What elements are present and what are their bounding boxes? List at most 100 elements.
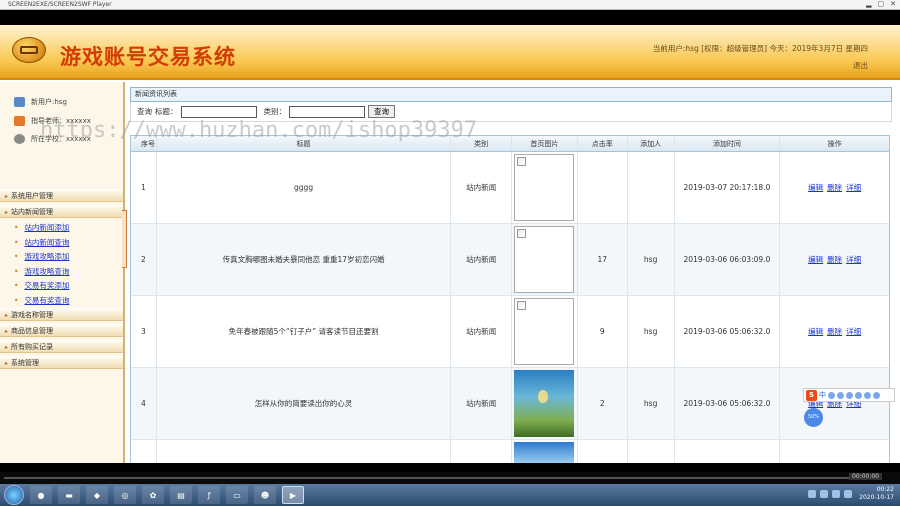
input-icon[interactable] (844, 490, 852, 498)
close-icon[interactable]: ✕ (890, 0, 896, 8)
teacher-icon (14, 116, 25, 126)
player-seekbar[interactable]: 00:00:00 (0, 472, 900, 484)
search-title-label: 标题： (155, 107, 178, 116)
row-image (512, 368, 578, 439)
detail-link[interactable]: 详细 (846, 254, 861, 265)
leaf-icon[interactable]: ✿ (142, 486, 164, 504)
search-category-label: 类别： (263, 107, 287, 116)
menu-news-add[interactable]: 站内新闻添加 (0, 221, 123, 236)
emoji-icon[interactable] (837, 391, 844, 399)
col-time: 添加时间 (675, 136, 781, 151)
broken-image-icon (514, 226, 575, 293)
delete-link[interactable]: 删除 (827, 326, 842, 337)
menu-guide-query[interactable]: 游戏攻略查询 (0, 265, 123, 280)
media-icon[interactable]: ▬ (58, 486, 80, 504)
minimize-icon[interactable]: ▂ (866, 0, 871, 8)
row-time: 2019-03-06 06:03:09.0 (675, 224, 781, 295)
balloon-thumbnail (514, 370, 575, 437)
main-content: 新闻资讯列表 查询 标题： 类别： 查询 序号 标题 类别 首页图片 点击率 添… (130, 87, 892, 463)
logout-link[interactable]: 退出 (853, 60, 868, 71)
delete-link[interactable]: 删除 (827, 254, 842, 265)
qq-icon[interactable]: ☻ (254, 486, 276, 504)
clock-date: 2020-10-17 (859, 494, 894, 501)
col-image: 首页图片 (512, 136, 578, 151)
news-table: 序号 标题 类别 首页图片 点击率 添加人 添加时间 操作 1 gggg 站内新… (130, 135, 890, 463)
detail-link[interactable]: 详细 (846, 182, 861, 193)
clock-time: 00:22 (876, 486, 894, 493)
menu-products[interactable]: 商品信息管理 (0, 324, 123, 337)
row-time: 2019-03-06 05:06:32.0 (675, 368, 781, 439)
volume-icon[interactable] (820, 490, 828, 498)
folder-icon[interactable]: ▭ (226, 486, 248, 504)
keyboard-icon[interactable] (855, 391, 862, 399)
row-time: 2019-03-07 20:17:18.0 (675, 152, 781, 223)
flash-icon[interactable]: ƒ (198, 486, 220, 504)
menu-purchases[interactable]: 所有购买记录 (0, 340, 123, 353)
table-row: 4 怎样从你的简要读出你的心灵 站内新闻 2 hsg 2019-03-06 05… (131, 368, 889, 440)
punctuation-icon[interactable] (828, 391, 835, 399)
voice-icon[interactable] (846, 391, 853, 399)
row-ops: 编辑 删除 详细 (780, 224, 889, 295)
app-header: 游戏账号交易系统 当前用户:hsg [权限：超级管理员] 今天：2019年3月7… (0, 25, 900, 80)
delete-link[interactable]: 删除 (827, 182, 842, 193)
tray-clock[interactable]: 00:22 2020-10-17 (859, 486, 894, 502)
menu-reward-query[interactable]: 交易有奖查询 (0, 294, 123, 309)
player-icon[interactable]: ▶ (282, 486, 304, 504)
chrome-icon[interactable]: ● (30, 486, 52, 504)
search-button[interactable]: 查询 (368, 105, 395, 118)
menu-news[interactable]: 站内新闻管理 (0, 205, 123, 218)
edit-link[interactable]: 编辑 (808, 254, 823, 265)
row-title: gggg (157, 152, 452, 223)
sogou-icon: S (806, 389, 817, 401)
broken-image-icon (514, 154, 575, 221)
row-adder: hsg (628, 224, 675, 295)
row-time: 2019-03-06 05:06:32.0 (675, 296, 781, 367)
row-clicks: 17 (578, 224, 628, 295)
row-image (512, 440, 578, 463)
row-image (512, 224, 578, 295)
menu-game-names[interactable]: 游戏名称管理 (0, 308, 123, 321)
category-search-input[interactable] (289, 105, 365, 118)
sidebar-collapse-handle[interactable] (122, 210, 127, 268)
detail-link[interactable]: 详细 (846, 326, 861, 337)
row-image (512, 296, 578, 367)
window-buttons: ▂ ▢ ✕ (866, 0, 896, 8)
row-category: 站内新闻 (451, 368, 512, 439)
broken-image-icon (514, 298, 575, 365)
tray-icons (808, 490, 852, 498)
document-icon[interactable]: ▤ (170, 486, 192, 504)
sidebar-menu: 系统用户管理 站内新闻管理 站内新闻添加 站内新闻查询 游戏攻略添加 游戏攻略查… (0, 189, 123, 372)
ime-toolbar[interactable]: S 中 (803, 388, 895, 402)
restore-icon[interactable]: ▢ (878, 0, 885, 8)
title-search-input[interactable] (180, 105, 257, 118)
row-clicks: 9 (578, 296, 628, 367)
security-icon[interactable] (832, 490, 840, 498)
menu-guide-add[interactable]: 游戏攻略添加 (0, 250, 123, 265)
ime-mode[interactable]: 中 (819, 390, 826, 400)
row-category: 站内新闻 (451, 296, 512, 367)
menu-system[interactable]: 系统管理 (0, 356, 123, 369)
row-no: 2 (131, 224, 157, 295)
floating-ball[interactable]: 50% (804, 408, 823, 427)
skin-icon[interactable] (864, 391, 871, 399)
edit-link[interactable]: 编辑 (808, 182, 823, 193)
row-ops: 编辑 删除 详细 (780, 152, 889, 223)
browser-icon[interactable]: ◎ (114, 486, 136, 504)
menu-system-users[interactable]: 系统用户管理 (0, 189, 123, 202)
app-icon[interactable]: ◆ (86, 486, 108, 504)
taskbar: ● ▬ ◆ ◎ ✿ ▤ ƒ ▭ ☻ ▶ 00:22 2020-10-17 (0, 484, 900, 506)
col-clicks: 点击率 (578, 136, 628, 151)
menu-reward-add[interactable]: 交易有奖添加 (0, 279, 123, 294)
row-category: 站内新闻 (451, 224, 512, 295)
watermark: https://www.huzhan.com/ishop39397 (40, 118, 478, 143)
tools-icon[interactable] (873, 391, 880, 399)
start-button[interactable] (4, 485, 24, 505)
menu-news-query[interactable]: 站内新闻查询 (0, 236, 123, 251)
row-ops: 编辑 删除 详细 (780, 296, 889, 367)
col-ops: 操作 (827, 139, 842, 148)
network-icon[interactable] (808, 490, 816, 498)
seek-track[interactable] (4, 477, 849, 479)
row-ops: 编辑 删除 详细 (780, 368, 889, 439)
edit-link[interactable]: 编辑 (808, 326, 823, 337)
table-row: 2 传真文胸哪图未婚夫暴同他恋 重重17岁初恋闪婚 站内新闻 17 hsg 20… (131, 224, 889, 296)
